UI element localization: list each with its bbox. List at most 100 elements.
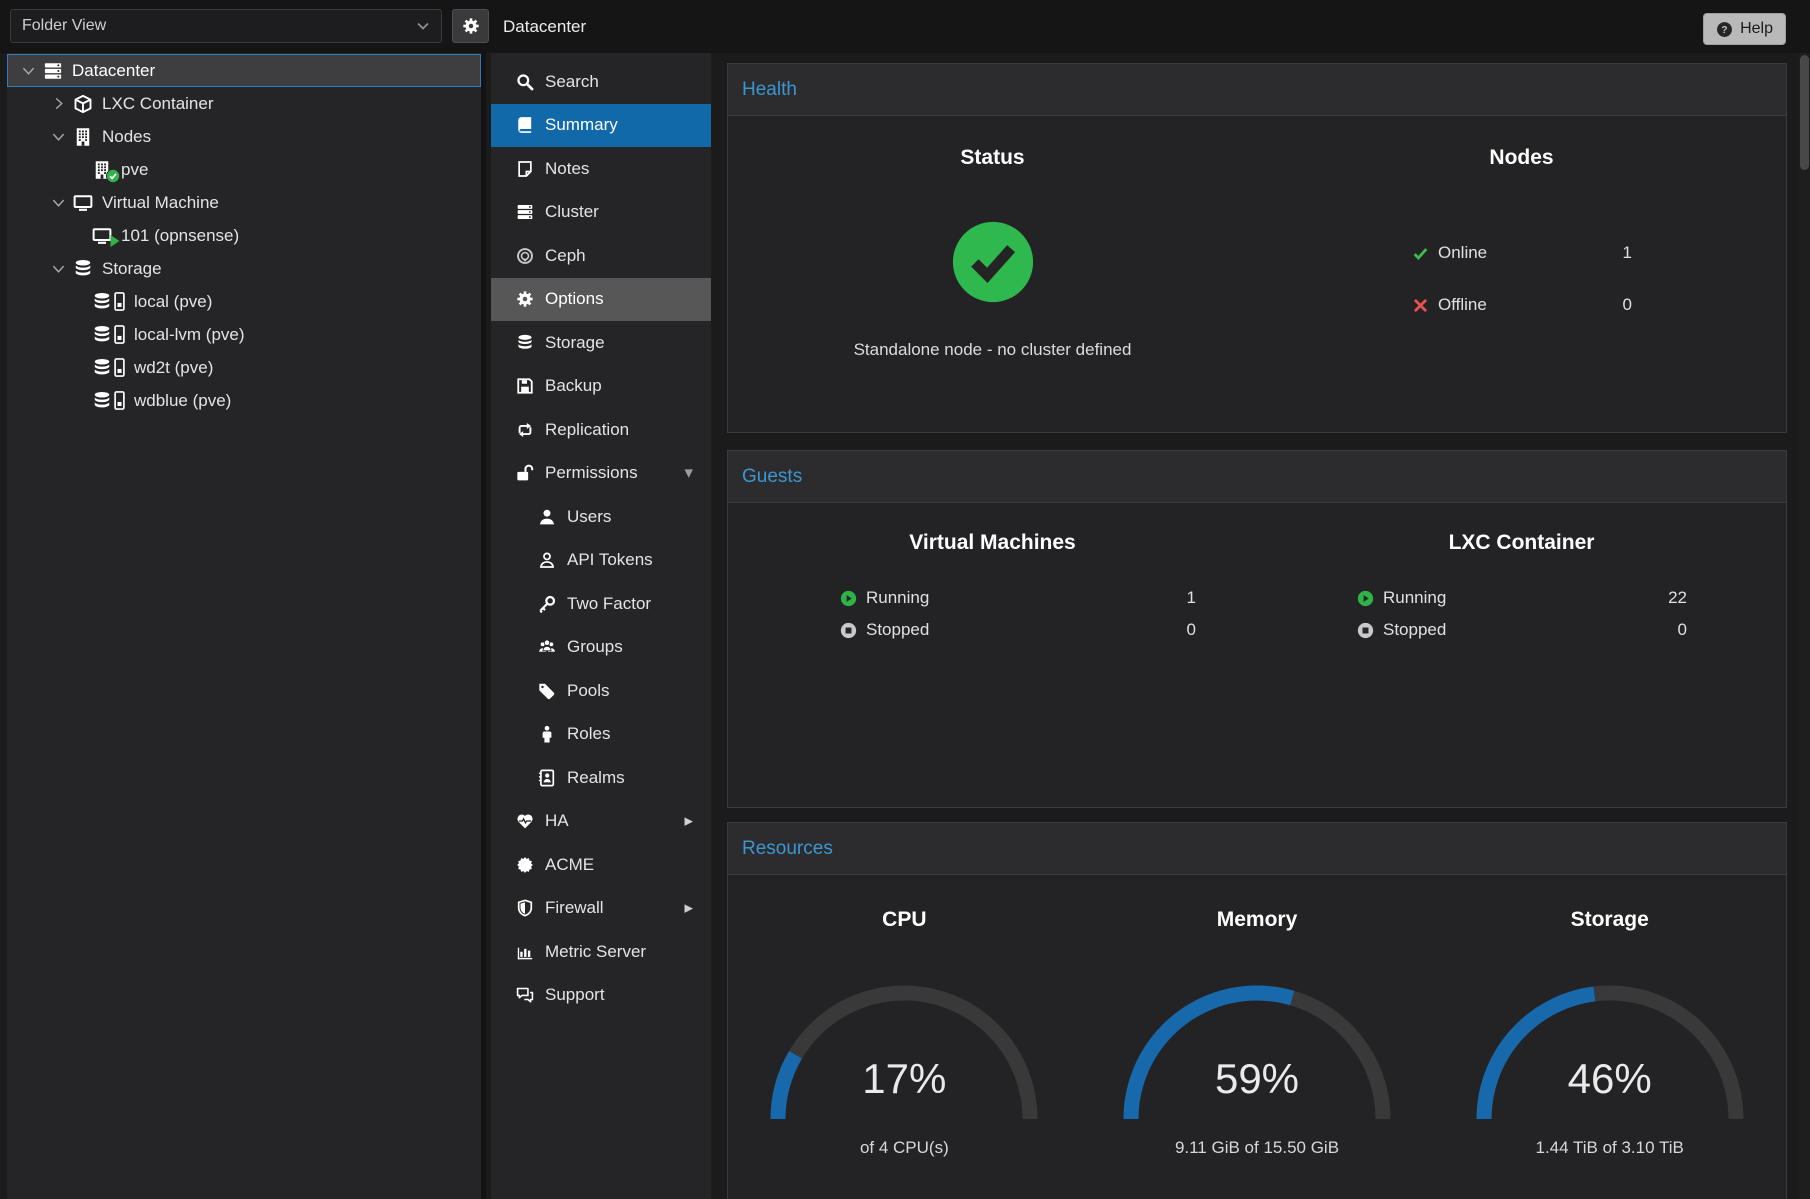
storage-gauge-arc (1470, 979, 1750, 1127)
tree-item-lxc-container[interactable]: LXC Container (7, 87, 481, 120)
lxc-container-heading: LXC Container (1449, 531, 1595, 555)
help-button[interactable]: ? Help (1703, 13, 1786, 45)
play-circle-icon (1357, 590, 1374, 607)
nav-item-search[interactable]: Search (491, 60, 711, 104)
tree-item-pve[interactable]: pve (7, 153, 481, 186)
nav-item-backup[interactable]: Backup (491, 365, 711, 409)
datacenter-nav: Search Summary Notes Cluster Ceph Option… (491, 53, 711, 1199)
address-book-icon (538, 769, 556, 787)
tree-item-101-opnsense[interactable]: 101 (opnsense) (7, 219, 481, 252)
tree-item-local-lvm[interactable]: local-lvm (pve) (7, 318, 481, 351)
nav-item-replication[interactable]: Replication (491, 408, 711, 452)
tree-item-label: Datacenter (72, 61, 155, 81)
cube-icon (73, 94, 93, 114)
nav-item-groups[interactable]: Groups (491, 626, 711, 670)
nav-item-permissions[interactable]: Permissions ▼ (491, 452, 711, 496)
tree-settings-button[interactable] (452, 9, 489, 43)
stopped-label: Stopped (1383, 620, 1446, 640)
ceph-icon (516, 247, 534, 265)
tree-item-wdblue[interactable]: wdblue (pve) (7, 384, 481, 417)
memory-heading: Memory (1217, 908, 1298, 932)
cluster-status-message: Standalone node - no cluster defined (854, 340, 1132, 360)
floppy-icon (516, 377, 534, 395)
running-label: Running (1383, 588, 1446, 608)
offline-count: 0 (1623, 295, 1632, 315)
caret-down-icon[interactable] (51, 195, 66, 210)
hard-drive-icon (114, 292, 125, 311)
hard-drive-icon (114, 391, 125, 410)
caret-down-icon[interactable] (21, 63, 36, 78)
cpu-usage-detail: of 4 CPU(s) (860, 1138, 949, 1158)
resources-panel: Resources CPU 17% of 4 CPU(s) Memory (727, 822, 1787, 1199)
tree-item-datacenter[interactable]: Datacenter (7, 54, 481, 87)
nav-item-storage[interactable]: Storage (491, 321, 711, 365)
nav-item-ceph[interactable]: Ceph (491, 234, 711, 278)
retweet-icon (516, 421, 534, 439)
resource-tree: Datacenter LXC Container Nodes pve Virtu… (0, 53, 486, 1199)
storage-heading: Storage (1571, 908, 1649, 932)
tree-view-select[interactable]: Folder View (10, 9, 442, 43)
tree-item-virtual-machine[interactable]: Virtual Machine (7, 186, 481, 219)
tree-item-label: local-lvm (pve) (134, 325, 245, 345)
selected-node-title: Datacenter (503, 0, 586, 53)
nav-item-support[interactable]: Support (491, 974, 711, 1018)
virtual-machines-heading: Virtual Machines (909, 531, 1076, 555)
building-icon (73, 127, 93, 147)
online-count: 1 (1623, 243, 1632, 263)
database-icon (92, 325, 112, 345)
hard-drive-icon (114, 358, 125, 377)
nodes-online-row: Online 1 (1412, 238, 1632, 268)
scrollbar-thumb[interactable] (1800, 55, 1809, 170)
caret-right-icon[interactable] (51, 96, 66, 111)
caret-down-icon[interactable] (51, 261, 66, 276)
caret-down-icon[interactable] (51, 129, 66, 144)
nav-item-notes[interactable]: Notes (491, 147, 711, 191)
shield-icon (516, 899, 534, 917)
nav-item-users[interactable]: Users (491, 495, 711, 539)
lxc-running-count: 22 (1668, 588, 1687, 608)
check-badge-icon (106, 169, 120, 183)
chevron-down-icon (415, 18, 431, 34)
health-status-column: Status Standalone node - no cluster defi… (728, 146, 1257, 360)
nav-item-ha[interactable]: HA ▶ (491, 800, 711, 844)
tree-item-nodes[interactable]: Nodes (7, 120, 481, 153)
nav-item-realms[interactable]: Realms (491, 756, 711, 800)
tree-item-label: Nodes (102, 127, 151, 147)
memory-usage-percent: 59% (1117, 1055, 1397, 1103)
proxmox-app: Folder View Datacenter ? Help Datacenter… (0, 0, 1810, 1199)
nav-item-acme[interactable]: ACME (491, 843, 711, 887)
nav-item-summary[interactable]: Summary (491, 104, 711, 148)
tree-item-label: Storage (102, 259, 162, 279)
tree-item-local[interactable]: local (pve) (7, 285, 481, 318)
content-scrollbar[interactable] (1799, 53, 1810, 1199)
nav-item-firewall[interactable]: Firewall ▶ (491, 887, 711, 931)
tree-item-storage[interactable]: Storage (7, 252, 481, 285)
tree-item-label: LXC Container (102, 94, 214, 114)
summary-content: Health Status Standalone node - no clust… (711, 53, 1810, 1199)
gear-icon (516, 290, 534, 308)
database-icon (92, 391, 112, 411)
nav-item-cluster[interactable]: Cluster (491, 191, 711, 235)
tree-item-label: wdblue (pve) (134, 391, 231, 411)
nav-item-metric-server[interactable]: Metric Server (491, 930, 711, 974)
heartbeat-icon (516, 812, 534, 830)
unlock-icon (516, 464, 534, 482)
nav-item-two-factor[interactable]: Two Factor (491, 582, 711, 626)
tree-item-wd2t[interactable]: wd2t (pve) (7, 351, 481, 384)
cluster-icon (516, 203, 534, 221)
user-outline-icon (538, 551, 556, 569)
lxc-running-row: Running 22 (1357, 585, 1687, 611)
nav-item-options[interactable]: Options (491, 278, 711, 322)
search-icon (516, 73, 534, 91)
resources-panel-title: Resources (728, 823, 1786, 875)
storage-usage-percent: 46% (1470, 1055, 1750, 1103)
guests-panel-title: Guests (728, 451, 1786, 503)
status-heading: Status (960, 146, 1024, 170)
nav-item-pools[interactable]: Pools (491, 669, 711, 713)
vm-running-count: 1 (1187, 588, 1196, 608)
guests-panel: Guests Virtual Machines Running 1 Stoppe… (727, 450, 1787, 808)
nav-item-roles[interactable]: Roles (491, 713, 711, 757)
lxc-container-column: LXC Container Running 22 Stopped 0 (1257, 531, 1786, 643)
nav-item-api-tokens[interactable]: API Tokens (491, 539, 711, 583)
top-bar: Folder View Datacenter ? Help (0, 0, 1810, 53)
